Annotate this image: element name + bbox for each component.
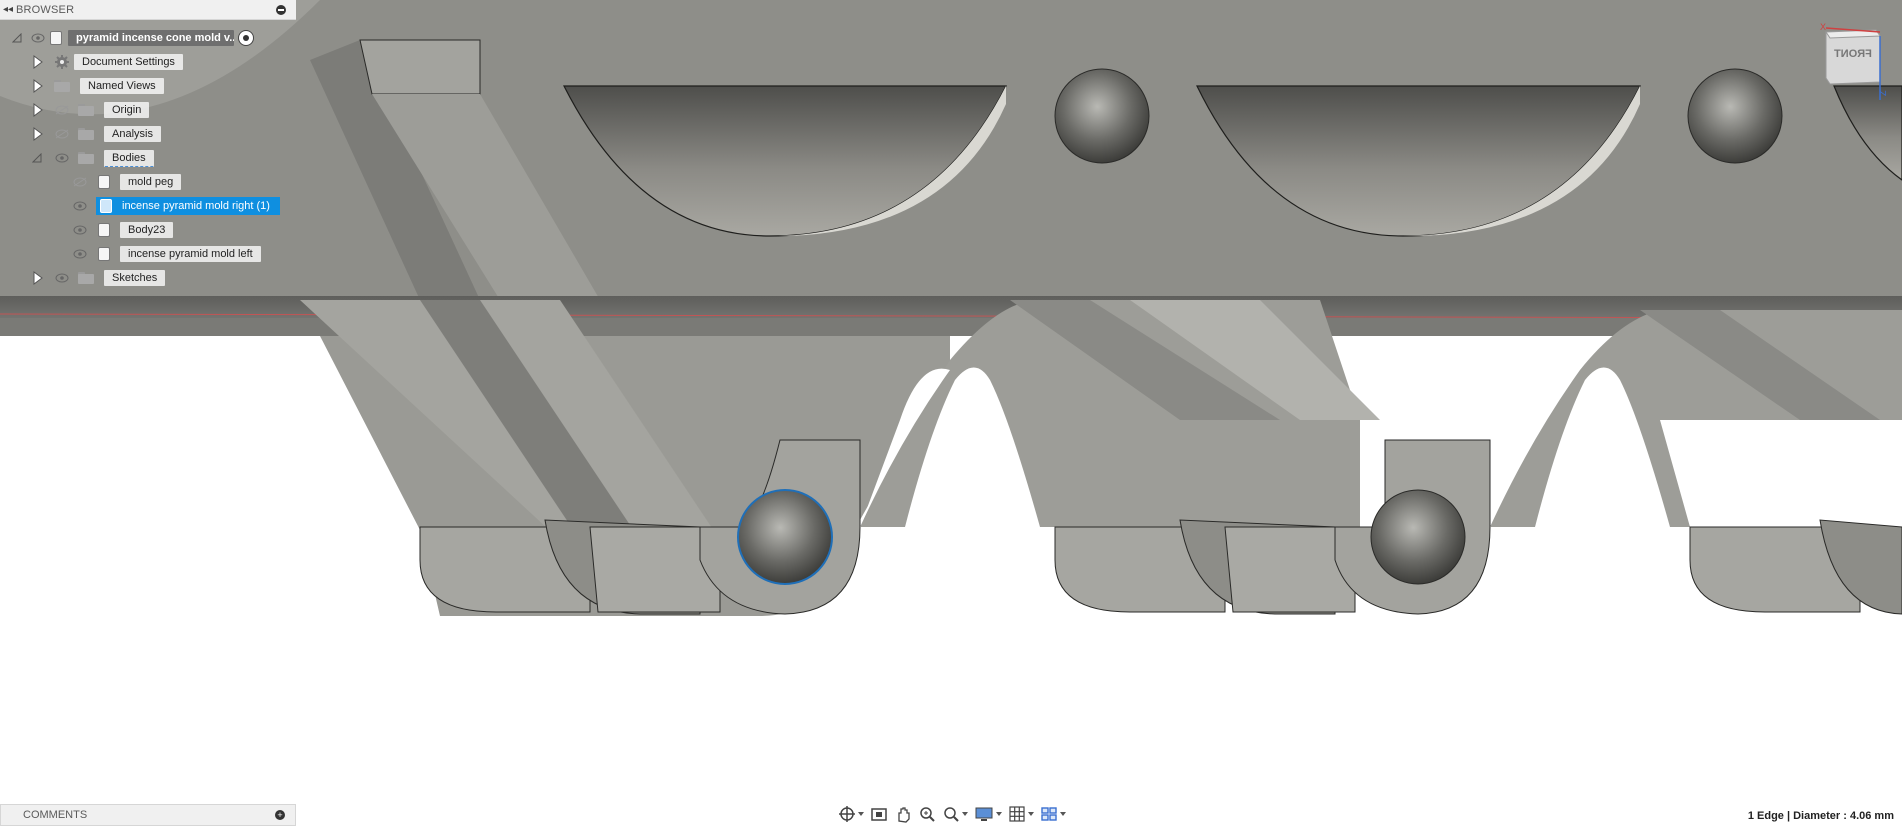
svg-text:Z: Z <box>1878 90 1888 96</box>
eye-icon[interactable] <box>54 272 70 284</box>
eye-icon[interactable] <box>30 32 46 44</box>
navigation-toolbar <box>836 803 1068 825</box>
look-at-icon <box>871 808 887 821</box>
browser-item-bodies[interactable]: Bodies <box>32 148 154 168</box>
model-render <box>0 0 1902 616</box>
zoom-button[interactable] <box>916 803 938 825</box>
browser-item-label: incense pyramid mold left <box>120 246 261 262</box>
comments-title: COMMENTS <box>23 809 88 821</box>
zoom-icon <box>920 807 935 822</box>
caret-icon[interactable] <box>962 812 968 816</box>
expand-triangle-icon[interactable] <box>32 79 44 93</box>
body-icon <box>98 247 110 261</box>
browser-item-body23[interactable]: Body23 <box>72 220 174 240</box>
caret-icon[interactable] <box>1028 812 1034 816</box>
fit-icon <box>944 807 959 822</box>
collapse-triangle-icon[interactable] <box>12 33 22 43</box>
browser-panel-header: ◂◂ BROWSER <box>0 0 296 20</box>
browser-item-analysis[interactable]: Analysis <box>32 124 161 144</box>
svg-text:X: X <box>1820 22 1826 32</box>
body-icon <box>98 175 110 189</box>
add-comment-icon[interactable]: + <box>275 810 285 820</box>
eye-hidden-icon[interactable] <box>54 104 70 116</box>
browser-item-label: incense pyramid mold right (1) <box>116 200 276 212</box>
eye-hidden-icon[interactable] <box>54 128 70 140</box>
folder-icon <box>78 152 94 164</box>
browser-item-label: Named Views <box>80 78 164 94</box>
display-settings-icon <box>975 807 993 821</box>
collapse-triangle-icon[interactable] <box>32 153 42 163</box>
browser-item-sketches[interactable]: Sketches <box>32 268 166 288</box>
comments-panel[interactable]: COMMENTS + <box>0 804 296 826</box>
eye-icon[interactable] <box>72 248 88 260</box>
browser-item-named-views[interactable]: Named Views <box>32 76 164 96</box>
browser-item-label: Body23 <box>120 222 174 238</box>
folder-icon <box>78 128 94 140</box>
expand-triangle-icon[interactable] <box>32 127 44 141</box>
body-icon <box>98 223 110 237</box>
expand-triangle-icon[interactable] <box>32 103 44 117</box>
viewports-button[interactable] <box>1038 803 1068 825</box>
fit-button[interactable] <box>940 803 970 825</box>
browser-root-row[interactable]: pyramid incense cone mold v... <box>12 28 254 48</box>
eye-icon[interactable] <box>72 224 88 236</box>
view-cube-face-label[interactable]: FRONT <box>1834 48 1872 60</box>
eye-hidden-icon[interactable] <box>72 176 88 188</box>
body-icon <box>100 199 112 213</box>
selection-status: 1 Edge | Diameter : 4.06 mm <box>1747 810 1894 822</box>
view-cube[interactable]: X Z FRONT <box>1818 22 1888 102</box>
browser-item-label: Bodies <box>104 149 154 167</box>
pan-icon <box>898 807 910 823</box>
minimize-icon[interactable] <box>274 3 288 17</box>
browser-title: BROWSER <box>16 3 75 16</box>
browser-item-label: Sketches <box>104 270 166 286</box>
pan-button[interactable] <box>892 803 914 825</box>
browser-item-document-settings[interactable]: Document Settings <box>32 52 183 72</box>
browser-item-label: Document Settings <box>74 54 183 70</box>
eye-icon[interactable] <box>72 200 88 212</box>
orbit-button[interactable] <box>836 803 866 825</box>
display-settings-button[interactable] <box>972 803 1004 825</box>
caret-icon[interactable] <box>1060 812 1066 816</box>
folder-icon <box>54 80 70 92</box>
activate-radio-icon[interactable] <box>238 30 254 46</box>
canvas-viewport[interactable] <box>0 0 1902 833</box>
browser-item-label: mold peg <box>120 174 182 190</box>
eye-icon[interactable] <box>54 152 70 164</box>
folder-icon <box>78 104 94 116</box>
browser-item-mold-peg[interactable]: mold peg <box>72 172 182 192</box>
caret-icon[interactable] <box>858 812 864 816</box>
expand-triangle-icon[interactable] <box>32 271 44 285</box>
collapse-arrows-icon[interactable]: ◂◂ <box>0 4 16 15</box>
caret-icon[interactable] <box>996 812 1002 816</box>
grid-settings-button[interactable] <box>1006 803 1036 825</box>
selected-item-highlight[interactable]: incense pyramid mold right (1) <box>96 197 280 215</box>
look-at-button[interactable] <box>868 803 890 825</box>
browser-item-origin[interactable]: Origin <box>32 100 150 120</box>
browser-item-mold-left[interactable]: incense pyramid mold left <box>72 244 261 264</box>
browser-item-mold-right[interactable]: incense pyramid mold right (1) <box>72 196 280 216</box>
browser-item-label: Analysis <box>104 126 161 142</box>
browser-item-label: Origin <box>104 102 150 118</box>
expand-triangle-icon[interactable] <box>32 55 44 69</box>
viewports-icon <box>1041 807 1057 821</box>
folder-icon <box>78 272 94 284</box>
orbit-icon <box>839 806 855 822</box>
browser-root-label[interactable]: pyramid incense cone mold v... <box>68 30 234 46</box>
view-cube-icon: X Z <box>1820 22 1888 100</box>
grid-settings-icon <box>1009 806 1025 822</box>
document-icon <box>50 31 62 45</box>
gear-icon <box>55 55 69 69</box>
